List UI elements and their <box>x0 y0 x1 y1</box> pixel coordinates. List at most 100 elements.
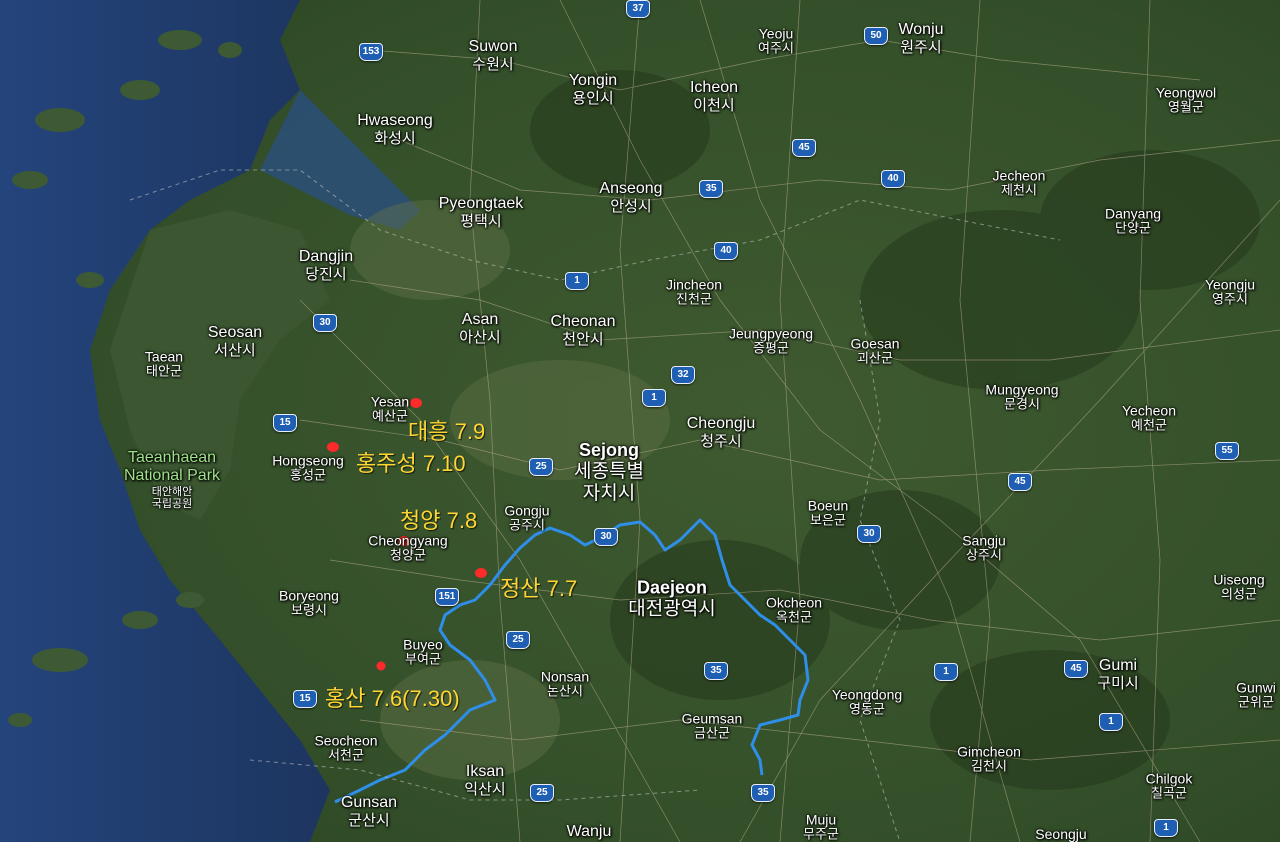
marker-daeheung[interactable] <box>410 398 422 408</box>
city-jecheon[interactable]: Jecheon 제천시 <box>993 167 1046 198</box>
city-gimcheon[interactable]: Gimcheon 김천시 <box>957 743 1021 774</box>
city-wonju[interactable]: Wonju 원주시 <box>898 21 943 57</box>
city-suwon[interactable]: Suwon 수원시 <box>469 38 518 74</box>
city-hongseong[interactable]: Hongseong 홍성군 <box>272 452 344 483</box>
city-gunwi[interactable]: Gunwi 군위군 <box>1236 679 1276 710</box>
city-gunsan[interactable]: Gunsan 군산시 <box>341 794 397 830</box>
city-name-ko: 서천군 <box>328 747 364 763</box>
highway-shield: 37 <box>626 0 650 18</box>
city-name-en: Chilgok <box>1145 770 1193 787</box>
city-dangjin[interactable]: Dangjin 당진시 <box>299 248 353 284</box>
city-name-ko: 영주시 <box>1212 291 1248 307</box>
city-name-ko: 여주시 <box>758 40 794 56</box>
highway-shield: 25 <box>530 784 554 802</box>
city-name-ko: 무주군 <box>803 826 839 842</box>
city-name-ko: 군위군 <box>1238 694 1274 710</box>
city-name-en: Cheonan <box>550 313 616 331</box>
city-yecheon[interactable]: Yecheon 예천군 <box>1122 402 1176 433</box>
highway-shield: 25 <box>506 631 530 649</box>
city-yesan[interactable]: Yesan 예산군 <box>371 393 409 424</box>
city-name-en: Yeoju <box>758 25 794 42</box>
highway-shield: 35 <box>704 662 728 680</box>
city-name-en: Gumi <box>1098 657 1138 675</box>
city-daejeon[interactable]: Daejeon 대전광역시 <box>628 578 715 621</box>
city-wanju[interactable]: Wanju <box>567 823 612 841</box>
city-hwaseong[interactable]: Hwaseong 화성시 <box>357 112 433 148</box>
city-name-en: Pyeongtaek <box>438 195 524 213</box>
city-danyang[interactable]: Danyang 단양군 <box>1105 205 1161 236</box>
city-muju[interactable]: Muju 무주군 <box>803 811 839 842</box>
city-name-en: Gunsan <box>340 794 398 812</box>
city-gumi[interactable]: Gumi 구미시 <box>1097 657 1138 693</box>
city-buyeo[interactable]: Buyeo 부여군 <box>403 636 443 667</box>
city-name-en: Seocheon <box>314 732 378 749</box>
city-name-ko: 문경시 <box>1004 396 1040 412</box>
city-name-ko: 금산군 <box>694 725 730 741</box>
taeanhaean-national-park[interactable]: Taeanhaean National Park 태안해안 국립공원 <box>124 449 220 511</box>
city-geumsan[interactable]: Geumsan 금산군 <box>682 710 743 741</box>
map-view[interactable]: 37 153 50 45 35 40 40 1 30 32 1 15 55 25… <box>0 0 1280 842</box>
city-jincheon[interactable]: Jincheon 진천군 <box>666 276 722 307</box>
city-sangju[interactable]: Sangju 상주시 <box>962 532 1006 563</box>
highway-shield: 40 <box>881 170 905 188</box>
marker-jeongsan[interactable] <box>475 568 487 578</box>
city-icheon[interactable]: Icheon 이천시 <box>690 79 738 115</box>
city-boryeong[interactable]: Boryeong 보령시 <box>279 587 339 618</box>
city-jeungpyeong[interactable]: Jeungpyeong 증평군 <box>729 325 813 356</box>
highway-shield: 32 <box>671 366 695 384</box>
marker-hongsan[interactable] <box>376 661 386 671</box>
city-name-ko: 예천군 <box>1131 417 1167 433</box>
city-name-en: Jeungpyeong <box>728 325 814 342</box>
city-seosan[interactable]: Seosan 서산시 <box>208 324 262 360</box>
city-okcheon[interactable]: Okcheon 옥천군 <box>766 594 822 625</box>
highway-shield: 1 <box>1154 819 1178 837</box>
city-seongju[interactable]: Seongju <box>1035 826 1086 842</box>
city-name-ko: 청주시 <box>700 433 742 451</box>
city-name-ko: 아산시 <box>459 329 501 347</box>
city-mungyeong[interactable]: Mungyeong 문경시 <box>985 381 1058 412</box>
city-cheongyang[interactable]: Cheongyang 청양군 <box>368 532 447 563</box>
city-cheonan[interactable]: Cheonan 천안시 <box>551 313 616 349</box>
city-seocheon[interactable]: Seocheon 서천군 <box>314 732 377 763</box>
city-uiseong[interactable]: Uiseong 의성군 <box>1213 571 1264 602</box>
city-name-ko: 익산시 <box>464 781 506 799</box>
highway-shield: 55 <box>1215 442 1239 460</box>
city-yeongdong[interactable]: Yeongdong 영동군 <box>832 686 902 717</box>
marker-hongjuseong[interactable] <box>327 442 339 452</box>
city-gongju[interactable]: Gongju 공주시 <box>504 502 549 533</box>
highway-shield: 1 <box>642 389 666 407</box>
city-pyeongtaek[interactable]: Pyeongtaek 평택시 <box>439 195 524 231</box>
city-anseong[interactable]: Anseong 안성시 <box>599 180 662 216</box>
city-name-en: Yeongdong <box>831 686 903 703</box>
city-sejong[interactable]: Sejong 세종특별 자치시 <box>574 440 644 504</box>
city-name-en: Seongju <box>1035 825 1087 842</box>
city-nonsan[interactable]: Nonsan 논산시 <box>541 668 589 699</box>
highway-shield: 30 <box>313 314 337 332</box>
city-taean[interactable]: Taean 태안군 <box>145 348 183 379</box>
city-name-ko: 의성군 <box>1221 586 1257 602</box>
highway-shield: 50 <box>864 27 888 45</box>
city-name-ko: 진천군 <box>676 291 712 307</box>
city-name-ko: 군산시 <box>348 812 390 830</box>
city-name-en: Sejong <box>578 439 640 460</box>
annotation-hongsan: 홍산 7.6(7.30) <box>325 686 460 711</box>
city-asan[interactable]: Asan 아산시 <box>459 311 500 347</box>
city-name-ko: 이천시 <box>693 97 735 115</box>
city-name-ko: 홍성군 <box>290 467 326 483</box>
city-cheongju[interactable]: Cheongju 청주시 <box>687 415 756 451</box>
city-name-ko-line2: 자치시 <box>582 482 636 504</box>
city-yongin[interactable]: Yongin 용인시 <box>569 72 617 108</box>
highway-shield: 45 <box>1064 660 1088 678</box>
city-name-en: Wonju <box>898 21 944 39</box>
city-name-en: Daejeon <box>636 577 708 598</box>
city-iksan[interactable]: Iksan 익산시 <box>464 763 505 799</box>
city-name-en: Taean <box>144 348 184 365</box>
city-boeun[interactable]: Boeun 보은군 <box>808 497 848 528</box>
city-chilgok[interactable]: Chilgok 칠곡군 <box>1146 770 1193 801</box>
city-name-en: Yesan <box>370 393 410 410</box>
city-yeongwol[interactable]: Yeongwol 영월군 <box>1156 84 1216 115</box>
city-name-ko: 태안군 <box>146 363 182 379</box>
city-goesan[interactable]: Goesan 괴산군 <box>850 335 899 366</box>
city-yeoju[interactable]: Yeoju 여주시 <box>758 25 794 56</box>
city-yeongju[interactable]: Yeongju 영주시 <box>1205 276 1255 307</box>
